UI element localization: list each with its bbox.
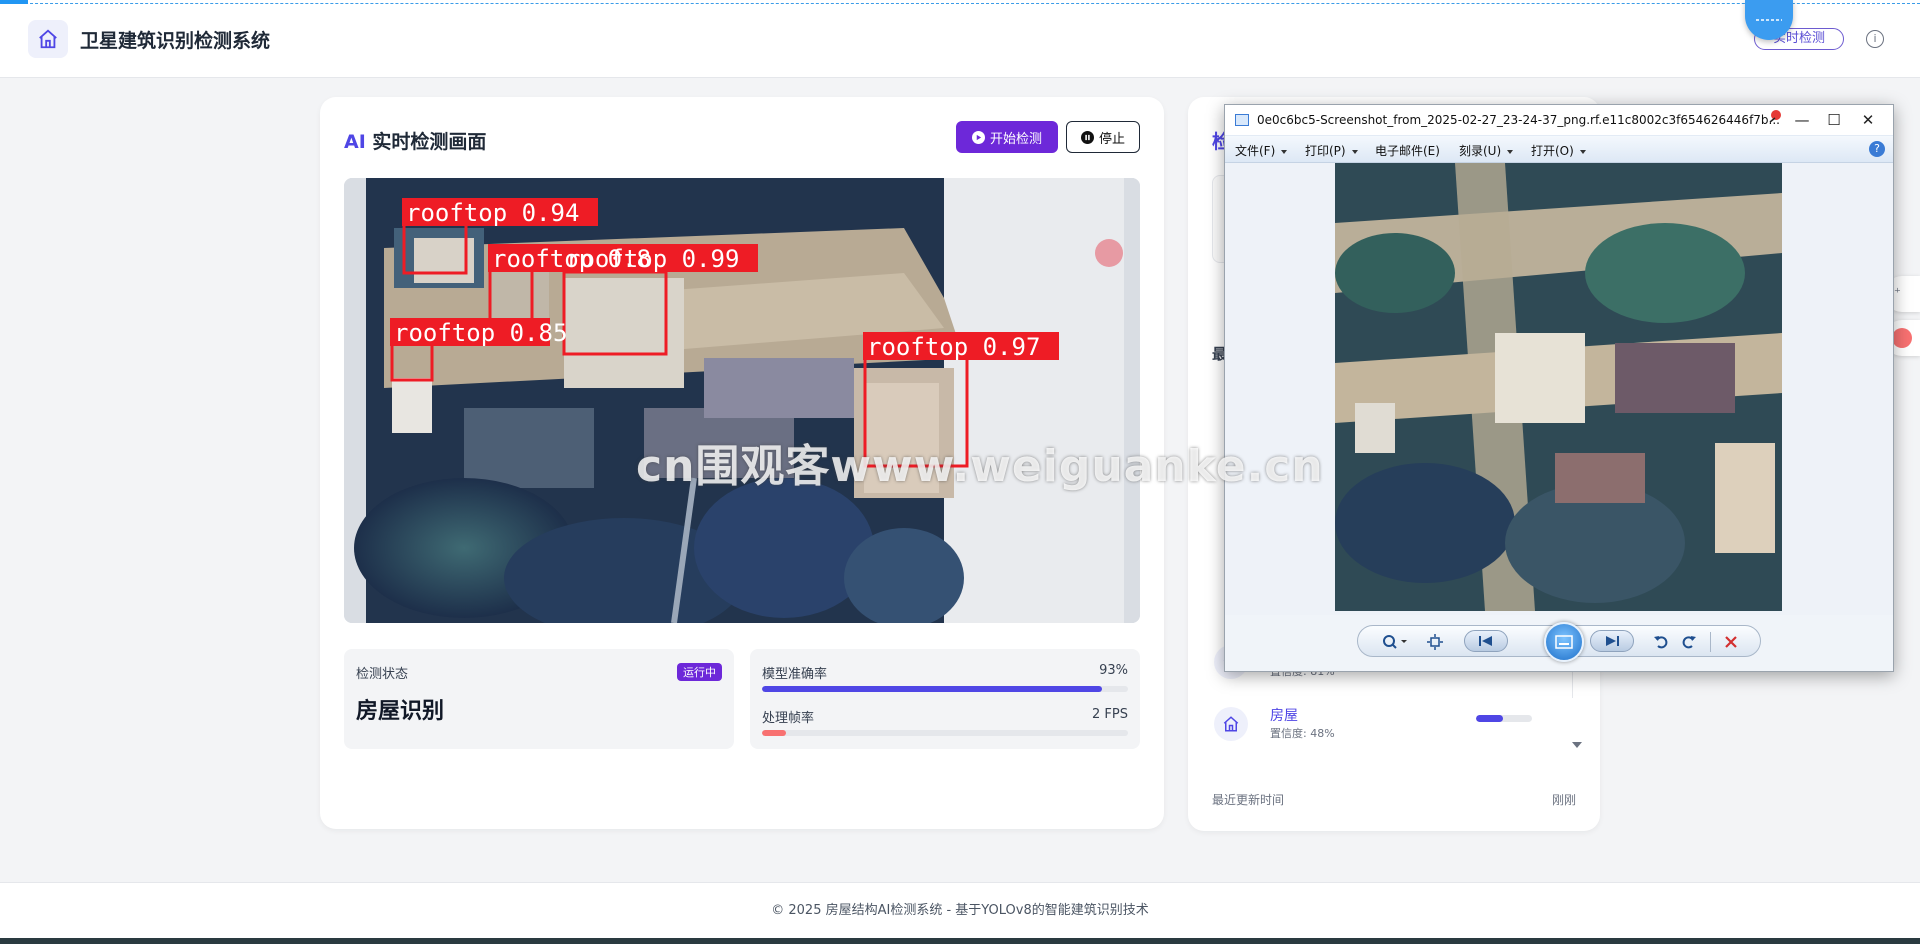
menu-print[interactable]: 打印(P): [1305, 142, 1358, 159]
pause-icon: [1080, 130, 1094, 144]
confidence-bar-fill: [1476, 715, 1503, 722]
avatar: [1892, 328, 1912, 348]
chevron-down-icon: [1351, 149, 1358, 154]
menu-burn[interactable]: 刻录(U): [1459, 142, 1514, 159]
info-icon[interactable]: i: [1866, 30, 1884, 48]
scroll-down-arrow-icon[interactable]: [1572, 742, 1582, 748]
item-name: 房屋: [1270, 708, 1298, 724]
detection-status-panel: 检测状态 运行中 房屋识别: [344, 649, 734, 749]
accuracy-bar: [762, 686, 1128, 692]
next-image-button[interactable]: [1590, 630, 1634, 652]
viewer-titlebar[interactable]: 0e0c6bc5-Screenshot_from_2025-02-27_23-2…: [1225, 105, 1893, 135]
live-detection-frame: rooftop 0.94 rooftop 0.8 rooftop 0.99 ro…: [344, 178, 1140, 623]
status-value: 房屋识别: [356, 699, 445, 724]
notification-bell-icon[interactable]: [1767, 109, 1783, 125]
accuracy-bar-fill: [762, 686, 1103, 692]
viewer-window-title: 0e0c6bc5-Screenshot_from_2025-02-27_23-2…: [1257, 113, 1780, 127]
page-footer: © 2025 房屋结构AI检测系统 - 基于YOLOv8的智能建筑识别技术: [0, 882, 1920, 938]
accuracy-value: 93%: [1099, 663, 1128, 678]
delete-icon[interactable]: [1720, 632, 1742, 652]
minimize-button[interactable]: —: [1787, 109, 1817, 131]
menu-print-label: 打印(P): [1305, 144, 1346, 158]
home-icon[interactable]: [28, 20, 68, 58]
viewer-image-area: [1225, 163, 1893, 615]
status-badge: 运行中: [677, 663, 722, 681]
fps-label: 处理帧率: [762, 711, 815, 726]
close-window-button[interactable]: ✕: [1853, 109, 1883, 131]
viewer-toolbar: [1225, 615, 1893, 671]
menu-file-label: 文件(F): [1235, 144, 1276, 158]
start-detection-label: 开始检测: [989, 131, 1042, 147]
photo-viewer-app-icon: [1235, 114, 1249, 126]
app-header: 卫星建筑识别检测系统 实时检测 i: [0, 0, 1920, 78]
stop-button[interactable]: 停止: [1066, 121, 1140, 153]
watermark: cn围观客www.weiguanke.cn: [636, 441, 1324, 492]
menu-email[interactable]: 电子邮件(E): [1375, 142, 1440, 159]
confidence-bar: [1476, 715, 1532, 722]
accuracy-label: 模型准确率: [762, 667, 828, 682]
app-title: 卫星建筑识别检测系统: [80, 30, 271, 52]
top-progress-bar: [0, 0, 28, 4]
fps-value: 2 FPS: [1092, 707, 1128, 722]
chevron-down-icon: [1281, 149, 1288, 154]
rotate-left-icon[interactable]: [1650, 632, 1672, 652]
title-text: 实时检测画面: [365, 131, 487, 153]
detection-label: rooftop 0.85: [394, 319, 567, 347]
metrics-panel: 模型准确率 93% 处理帧率 2 FPS: [750, 649, 1140, 749]
last-updated-label: 最近更新时间: [1212, 793, 1285, 807]
menu-email-label: 电子邮件(E): [1375, 144, 1440, 158]
play-icon: [971, 130, 985, 144]
previous-image-button[interactable]: [1464, 630, 1508, 652]
help-icon[interactable]: ?: [1869, 141, 1885, 157]
menu-file[interactable]: 文件(F): [1235, 142, 1288, 159]
stop-label: 停止: [1098, 131, 1125, 147]
last-updated-value: 刚刚: [1551, 793, 1576, 807]
viewer-controls: [1357, 622, 1761, 662]
detection-label: rooftop 0.99: [566, 245, 739, 273]
menu-burn-label: 刻录(U): [1459, 144, 1502, 158]
taskbar-strip: [0, 938, 1920, 944]
toolbar-divider: [1710, 632, 1711, 652]
fps-bar-fill: [762, 730, 786, 736]
menu-open[interactable]: 打开(O): [1531, 142, 1586, 159]
detection-label: rooftop 0.94: [406, 199, 579, 227]
satellite-image: [1335, 163, 1782, 611]
fps-bar: [762, 730, 1128, 736]
rotate-right-icon[interactable]: [1678, 632, 1700, 652]
viewer-menubar: 文件(F) 打印(P) 电子邮件(E) 刻录(U) 打开(O) ?: [1225, 135, 1893, 163]
photo-viewer-window[interactable]: 0e0c6bc5-Screenshot_from_2025-02-27_23-2…: [1224, 104, 1894, 672]
top-dashed-line: [0, 3, 1920, 4]
zoom-icon[interactable]: [1378, 632, 1412, 652]
chevron-down-icon: [1507, 149, 1514, 154]
list-item[interactable]: 房屋 置信度: 48%: [1212, 699, 1556, 755]
chevron-down-icon: [1579, 149, 1586, 154]
detection-card-title: AI 实时检测画面: [344, 127, 486, 154]
maximize-button[interactable]: ☐: [1819, 109, 1849, 131]
item-confidence: 置信度: 48%: [1270, 727, 1335, 740]
actual-size-icon[interactable]: [1424, 632, 1446, 652]
house-icon: [1214, 707, 1248, 741]
detection-label: rooftop 0.97: [867, 333, 1040, 361]
slideshow-button[interactable]: [1544, 622, 1584, 662]
menu-open-label: 打开(O): [1531, 144, 1574, 158]
status-label: 检测状态: [356, 667, 409, 682]
start-detection-button[interactable]: 开始检测: [956, 121, 1058, 153]
title-ai: AI: [344, 131, 366, 153]
